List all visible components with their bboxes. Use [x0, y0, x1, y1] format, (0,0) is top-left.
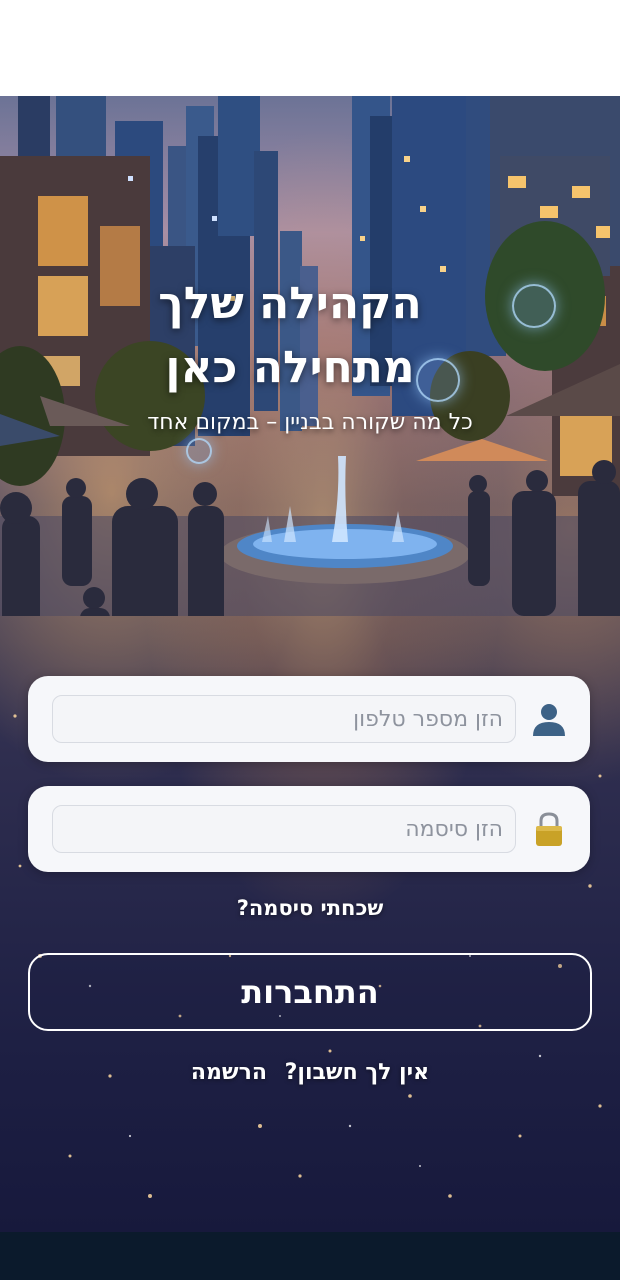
password-input[interactable] — [52, 805, 516, 853]
login-screen: הקהילה שלך מתחילה כאן כל מה שקורה בבניין… — [0, 0, 620, 1280]
login-button[interactable]: התחברות — [28, 953, 592, 1031]
phone-field-card — [28, 676, 590, 762]
signup-link[interactable]: הרשמה — [191, 1056, 267, 1090]
no-account-text: אין לך חשבון? — [284, 1060, 430, 1085]
bottom-navigation-bar — [0, 1232, 620, 1280]
user-icon — [533, 704, 565, 736]
hero-title-line-1: הקהילה שלך — [158, 278, 422, 329]
signup-row: אין לך חשבון? הרשמה — [110, 1056, 510, 1090]
lock-icon — [536, 812, 562, 846]
hero-title-line-2: מתחילה כאן — [165, 342, 415, 393]
password-field-card — [28, 786, 590, 872]
profile-bubble-decoration — [186, 438, 212, 464]
hero-subtitle: כל מה שקורה בבניין – במקום אחד — [147, 410, 473, 435]
phone-input[interactable] — [52, 695, 516, 743]
forgot-password-link[interactable]: שכחתי סיסמה? — [160, 892, 460, 924]
